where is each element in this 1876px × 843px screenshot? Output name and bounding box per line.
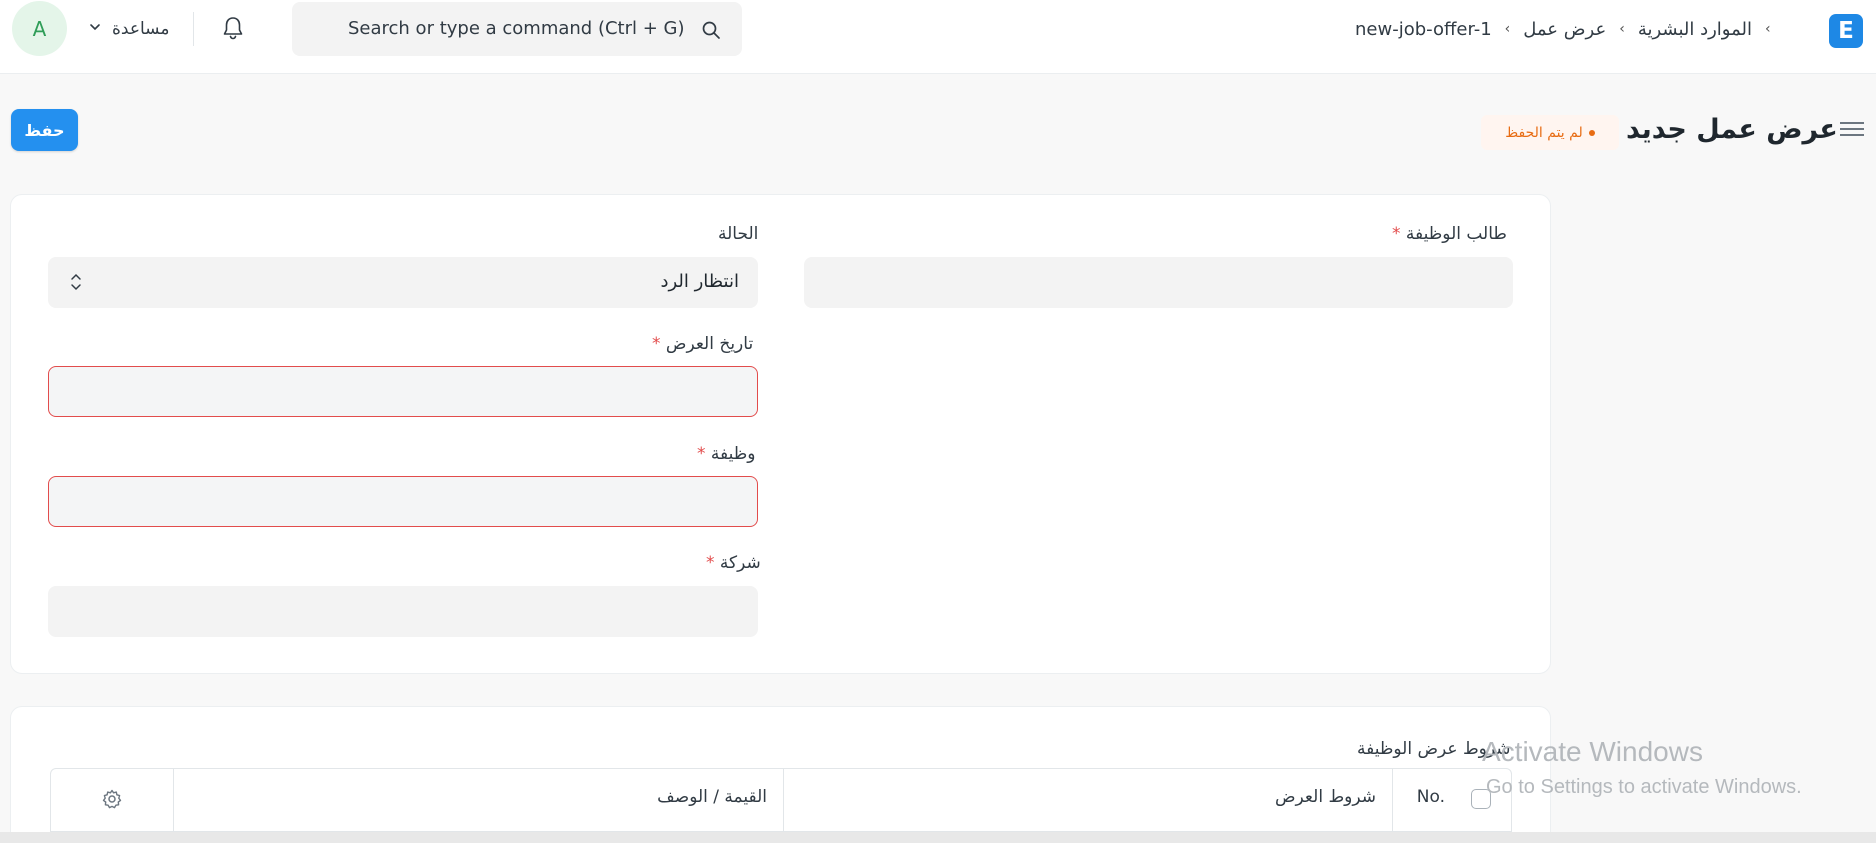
- status-badge: لم يتم الحفظ: [1481, 115, 1619, 150]
- company-field[interactable]: [48, 586, 758, 637]
- terms-table: القيمة / الوصف شروط العرض No.: [50, 768, 1512, 832]
- required-mark: *: [697, 444, 706, 464]
- search-input[interactable]: Search or type a command (Ctrl + G): [348, 18, 685, 39]
- column-header-value-text: القيمة / الوصف: [657, 787, 767, 807]
- status-dot-icon: [1588, 129, 1595, 136]
- watermark-subtitle: Go to Settings to activate Windows.: [1486, 776, 1802, 798]
- page-title: عرض عمل جديد: [1626, 114, 1838, 145]
- notifications-bell-icon[interactable]: [218, 12, 248, 44]
- select-arrows-icon: [69, 271, 83, 293]
- save-button[interactable]: حفظ: [11, 109, 78, 151]
- gear-icon[interactable]: [101, 788, 123, 810]
- status-value: انتظار الرد: [660, 271, 739, 292]
- offer-date-label-text: تاريخ العرض: [665, 334, 754, 354]
- required-mark: *: [706, 553, 715, 573]
- column-header-terms-text: شروط العرض: [1275, 787, 1376, 807]
- status-label: الحالة: [718, 224, 759, 244]
- breadcrumb-item-current[interactable]: new-job-offer-1: [1355, 19, 1492, 40]
- help-label: مساعدة: [112, 19, 170, 39]
- breadcrumb: new-job-offer-1 ‹ عرض عمل ‹ الموارد البش…: [1355, 14, 1771, 44]
- chevron-down-icon: [88, 20, 102, 38]
- navbar: A مساعدة Search or type a command (Ctrl …: [0, 0, 1876, 74]
- breadcrumb-separator-icon: ‹: [1504, 21, 1511, 37]
- watermark-title: Activate Windows: [1482, 736, 1703, 767]
- help-dropdown[interactable]: مساعدة: [88, 14, 169, 44]
- company-label-text: شركة: [719, 553, 761, 573]
- status-badge-label: لم يتم الحفظ: [1505, 124, 1583, 141]
- breadcrumb-item-hr[interactable]: الموارد البشرية: [1638, 19, 1752, 40]
- search-bar[interactable]: Search or type a command (Ctrl + G): [292, 2, 742, 56]
- designation-label: وظيفة *: [697, 444, 756, 464]
- offer-date-label: تاريخ العرض *: [652, 334, 753, 354]
- required-mark: *: [652, 334, 661, 354]
- status-select[interactable]: انتظار الرد: [48, 257, 758, 308]
- sidebar-toggle-icon[interactable]: [1840, 118, 1864, 142]
- navbar-divider: [193, 12, 194, 46]
- breadcrumb-separator-icon: ‹: [1619, 21, 1625, 37]
- user-avatar[interactable]: A: [12, 1, 67, 56]
- breadcrumb-separator-icon: ‹: [1765, 21, 1771, 37]
- breadcrumb-item-job-offer[interactable]: عرض عمل: [1523, 19, 1606, 40]
- avatar-initial: A: [32, 16, 47, 41]
- job-applicant-label-text: طالب الوظيفة: [1405, 224, 1507, 244]
- job-applicant-label: طالب الوظيفة *: [1392, 224, 1507, 244]
- app-logo[interactable]: E: [1829, 14, 1863, 48]
- designation-field[interactable]: [48, 476, 758, 527]
- company-label: شركة *: [706, 553, 761, 573]
- search-icon: [700, 19, 722, 41]
- table-settings-cell: [51, 769, 173, 831]
- required-mark: *: [1392, 224, 1401, 244]
- logo-letter: E: [1838, 18, 1854, 44]
- horizontal-scrollbar[interactable]: [0, 832, 1876, 843]
- column-header-value[interactable]: القيمة / الوصف: [173, 769, 783, 831]
- job-applicant-field[interactable]: [804, 257, 1513, 308]
- designation-label-text: وظيفة: [710, 444, 756, 464]
- column-header-terms[interactable]: شروط العرض: [783, 769, 1392, 831]
- offer-date-field[interactable]: [48, 366, 758, 417]
- column-header-no-text: No.: [1416, 787, 1445, 807]
